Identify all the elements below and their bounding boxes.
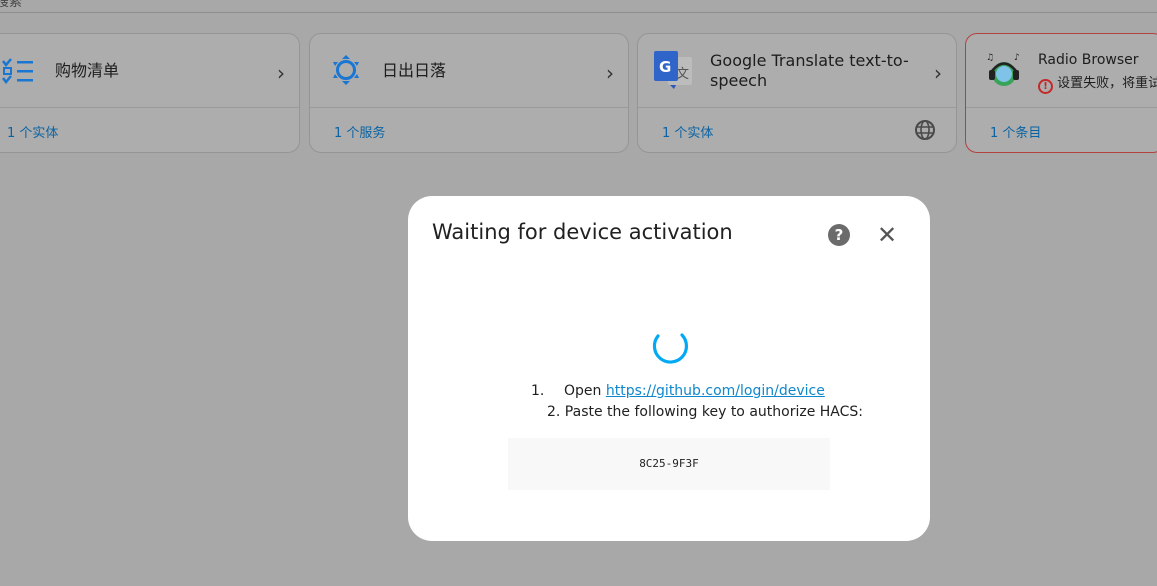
step-1: 1. Open https://github.com/login/device — [531, 383, 825, 399]
svg-text:♪: ♪ — [1014, 53, 1020, 63]
card-footer-link[interactable]: 1 个条目 — [990, 122, 1041, 141]
error-icon: ! — [1038, 79, 1053, 94]
dialog-title: Waiting for device activation — [432, 220, 733, 244]
device-activation-dialog: Waiting for device activation ? ✕ 1. Open… — [408, 196, 930, 541]
integration-card-shopping-list[interactable]: 购物清单 › 1 个实体 — [0, 33, 300, 153]
integration-card-radio-browser[interactable]: ♫ ♪ Radio Browser ! 设置失败，将重试 1 个条目 — [965, 33, 1157, 153]
svg-text:G: G — [659, 58, 671, 76]
chevron-right-icon: › — [606, 61, 614, 85]
sun-icon — [330, 54, 362, 90]
activation-code[interactable]: 8C25-9F3F — [508, 438, 830, 490]
card-title: Google Translate text-to-speech — [710, 50, 909, 90]
close-icon[interactable]: ✕ — [877, 221, 897, 249]
step-2: 2. Paste the following key to authorize … — [547, 404, 863, 420]
globe-icon[interactable] — [914, 119, 936, 145]
card-header[interactable]: ♫ ♪ Radio Browser ! 设置失败，将重试 — [966, 34, 1157, 108]
card-footer-link[interactable]: 1 个实体 — [7, 122, 58, 141]
google-translate-icon: 文 G — [654, 51, 694, 93]
help-icon[interactable]: ? — [828, 224, 850, 246]
step-number: 1. — [531, 383, 545, 399]
checklist-icon — [1, 58, 35, 88]
page-header-strip: 搜索 — [0, 0, 1157, 13]
card-footer-link[interactable]: 1 个实体 — [662, 122, 713, 141]
integration-card-sun[interactable]: 日出日落 › 1 个服务 — [309, 33, 629, 153]
integration-card-google-translate[interactable]: 文 G Google Translate text-to-speech › 1 … — [637, 33, 957, 153]
github-device-link[interactable]: https://github.com/login/device — [606, 383, 825, 399]
card-footer-link[interactable]: 1 个服务 — [334, 122, 385, 141]
svg-text:♫: ♫ — [986, 53, 994, 63]
card-header[interactable]: 购物清单 › — [0, 34, 299, 108]
step-1-text: Open — [564, 383, 602, 399]
card-error-message: ! 设置失败，将重试 — [1038, 72, 1157, 94]
card-header[interactable]: 文 G Google Translate text-to-speech › — [638, 34, 956, 108]
loading-spinner — [650, 324, 690, 368]
chevron-right-icon: › — [934, 61, 942, 85]
card-header[interactable]: 日出日落 › — [310, 34, 628, 108]
card-title: 购物清单 — [55, 60, 120, 80]
header-text-fragment: 搜索 — [0, 0, 23, 10]
chevron-right-icon: › — [277, 61, 285, 85]
radio-browser-icon: ♫ ♪ — [984, 52, 1024, 92]
error-text: 设置失败，将重试 — [1057, 76, 1157, 91]
card-title: Radio Browser — [1038, 52, 1139, 68]
card-title: 日出日落 — [382, 60, 447, 80]
